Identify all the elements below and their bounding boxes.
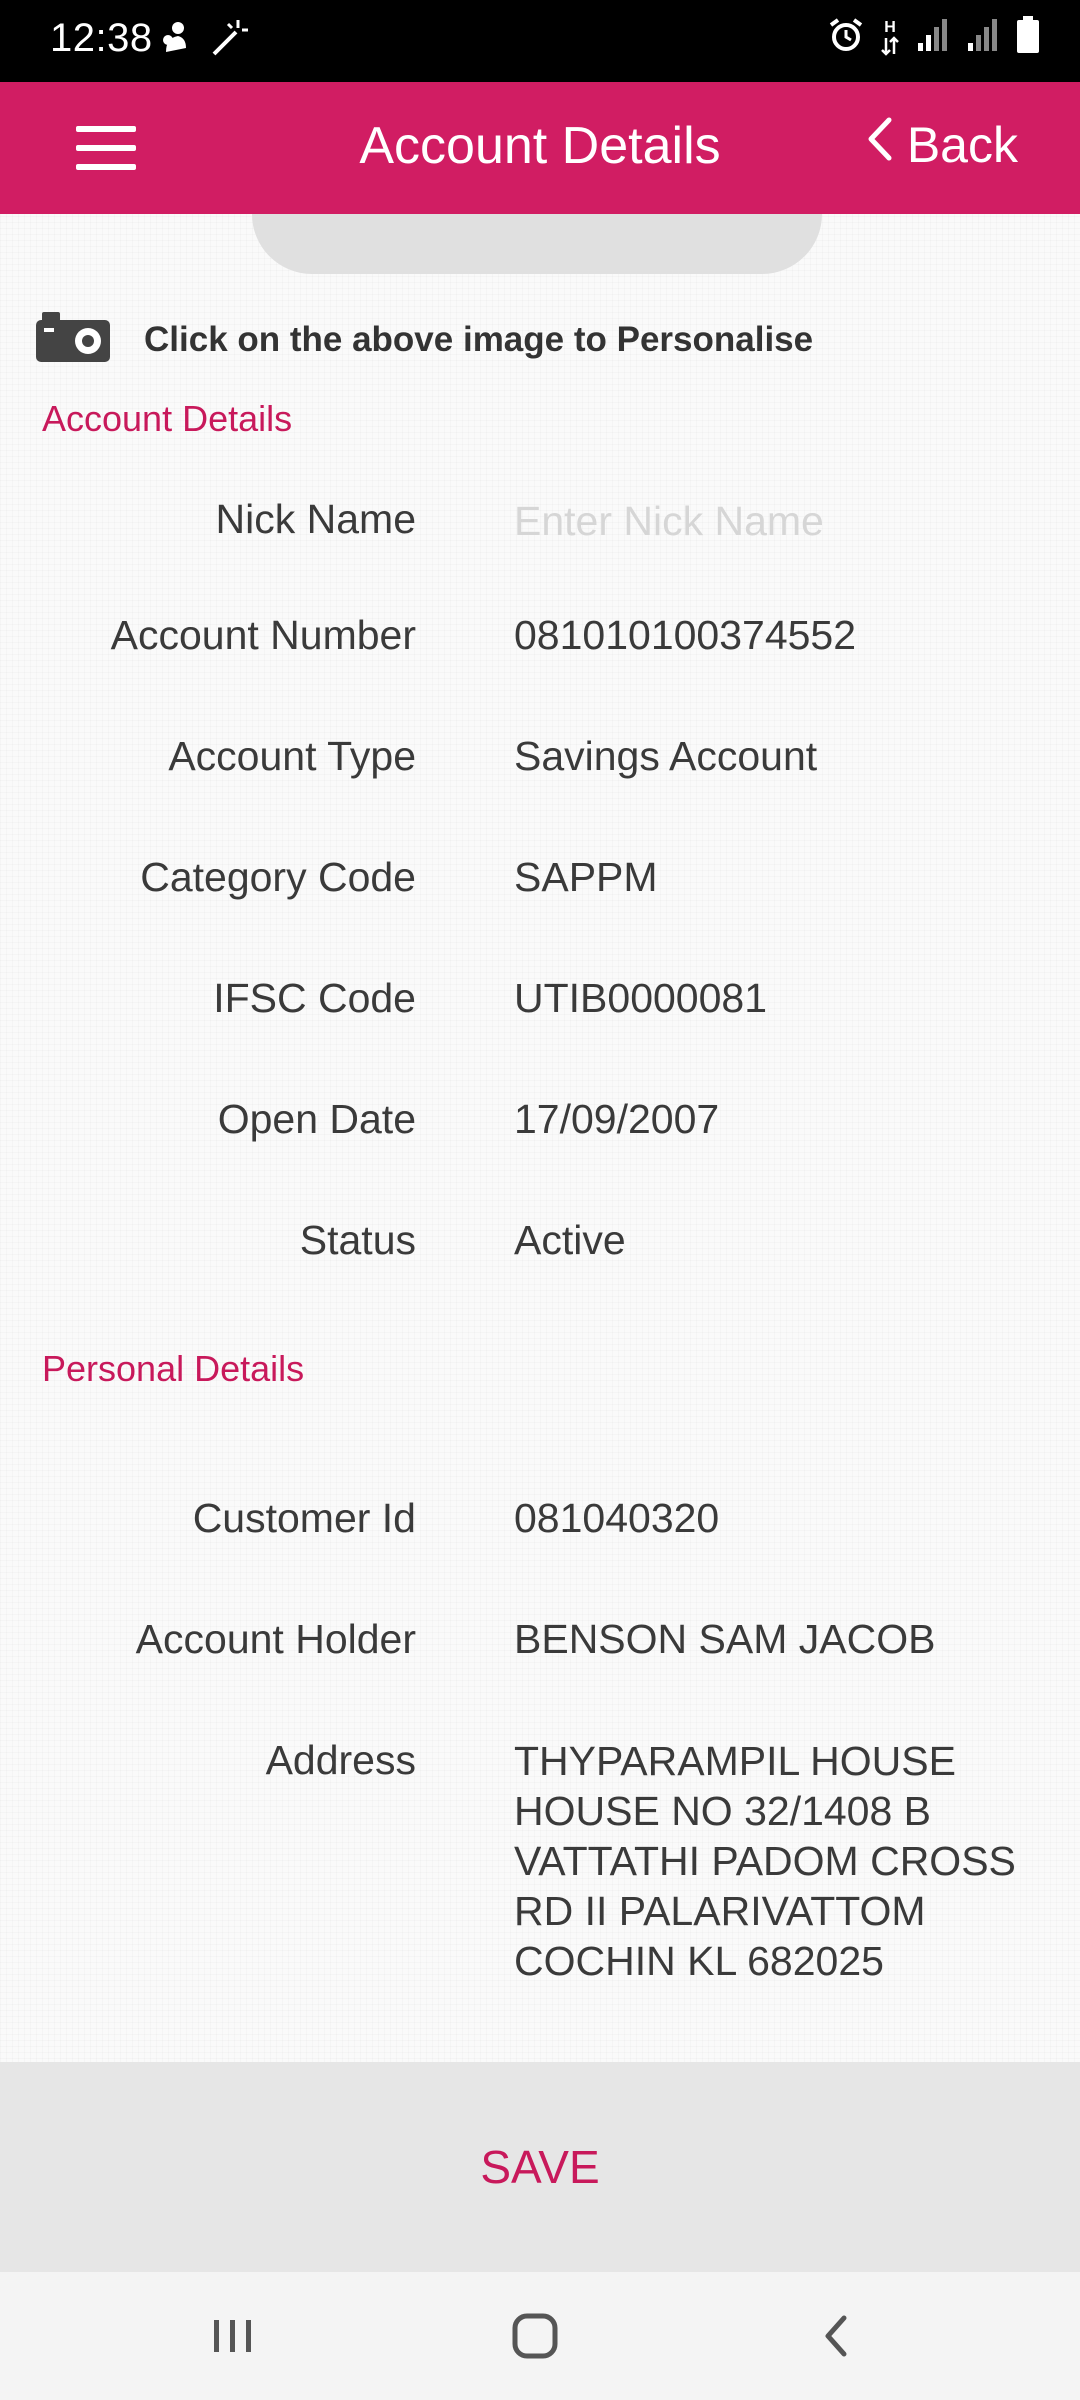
signal-icon-2 <box>966 17 1000 58</box>
camera-icon[interactable] <box>36 312 110 367</box>
alarm-icon <box>828 17 864 58</box>
personalise-hint: Click on the above image to Personalise <box>36 312 813 367</box>
customer-id-value: 081040320 <box>514 1495 720 1541</box>
menu-icon <box>76 126 136 132</box>
menu-icon-bar <box>76 164 136 170</box>
back-button[interactable]: Back <box>867 116 1018 174</box>
address-line: THYPARAMPIL HOUSE <box>514 1738 956 1784</box>
data-transfer-icon: H <box>880 18 900 56</box>
notification-icon <box>160 18 190 63</box>
menu-icon-bar <box>76 145 136 151</box>
open-date-label: Open Date <box>217 1096 416 1142</box>
personalise-image[interactable] <box>252 214 822 274</box>
app-header: Account Details Back <box>0 82 1080 214</box>
personal-details-heading: Personal Details <box>42 1348 305 1389</box>
category-code-value: SAPPM <box>514 854 658 900</box>
back-icon[interactable] <box>802 2306 872 2366</box>
back-label: Back <box>906 117 1018 173</box>
address-line: VATTATHI PADOM CROSS <box>514 1838 1016 1884</box>
address-label: Address <box>265 1737 416 1783</box>
screen: 12:38 H Account Details Back Click on th… <box>0 0 1080 2400</box>
nick-name-input[interactable] <box>514 490 1034 552</box>
status-value: Active <box>514 1217 626 1263</box>
ifsc-code-value: UTIB0000081 <box>514 975 768 1021</box>
system-nav-bar <box>0 2272 1080 2400</box>
nick-name-label: Nick Name <box>215 496 416 542</box>
status-label: Status <box>299 1217 416 1263</box>
account-details-heading: Account Details <box>42 398 293 439</box>
save-button[interactable]: SAVE <box>0 2062 1080 2272</box>
save-label: SAVE <box>480 2141 600 2193</box>
recents-icon[interactable] <box>198 2306 268 2366</box>
personalise-text: Click on the above image to Personalise <box>144 319 814 359</box>
ifsc-code-label: IFSC Code <box>213 975 416 1021</box>
status-time: 12:38 <box>50 16 153 60</box>
customer-id-label: Customer Id <box>192 1495 416 1541</box>
account-number-value: 081010100374552 <box>514 612 857 658</box>
menu-button[interactable] <box>76 120 138 176</box>
account-holder-value: BENSON SAM JACOB <box>514 1616 936 1662</box>
address-line: COCHIN KL 682025 <box>514 1938 884 1984</box>
signal-icon <box>916 17 950 58</box>
battery-icon <box>1016 16 1040 59</box>
category-code-label: Category Code <box>140 854 416 900</box>
home-icon[interactable] <box>500 2306 570 2366</box>
address-value: THYPARAMPIL HOUSE HOUSE NO 32/1408 B VAT… <box>514 1736 1016 1986</box>
address-line: HOUSE NO 32/1408 B <box>514 1788 932 1834</box>
chevron-left-icon <box>867 116 893 174</box>
magic-wand-icon <box>208 18 248 63</box>
account-holder-label: Account Holder <box>135 1616 416 1662</box>
account-type-value: Savings Account <box>514 733 818 779</box>
account-number-label: Account Number <box>110 612 416 658</box>
network-type-label: H <box>884 18 896 36</box>
address-line: RD II PALARIVATTOM <box>514 1888 926 1934</box>
account-type-label: Account Type <box>168 733 416 779</box>
open-date-value: 17/09/2007 <box>514 1096 720 1142</box>
status-bar: 12:38 H <box>0 0 1080 82</box>
